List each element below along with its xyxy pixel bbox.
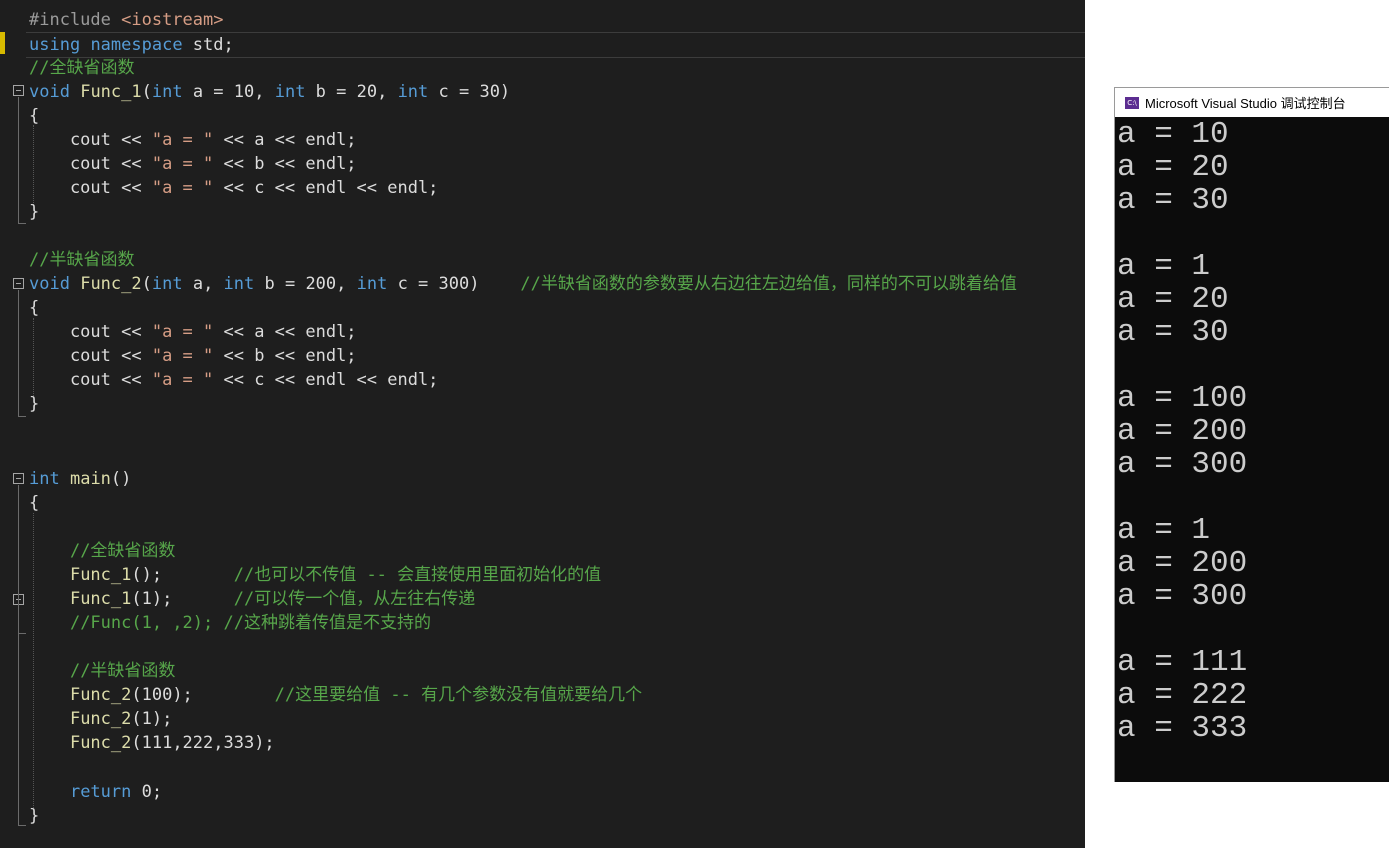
code-line[interactable]: cout << "a = " << b << endl; xyxy=(29,152,357,176)
console-output-line: a = 20 xyxy=(1117,150,1229,185)
code-line[interactable]: //全缺省函数 xyxy=(29,56,134,80)
console-output-line: a = 1 xyxy=(1117,513,1211,548)
console-output-line: a = 30 xyxy=(1117,183,1229,218)
collapse-icon[interactable] xyxy=(13,85,24,96)
code-line[interactable]: return 0; xyxy=(29,780,162,804)
console-output-line: a = 100 xyxy=(1117,381,1248,416)
console-output-line: a = 300 xyxy=(1117,447,1248,482)
code-line[interactable]: cout << "a = " << b << endl; xyxy=(29,344,357,368)
code-line[interactable]: { xyxy=(29,491,39,515)
code-line[interactable]: { xyxy=(29,296,39,320)
code-line[interactable]: //半缺省函数 xyxy=(29,659,175,683)
collapse-icon[interactable] xyxy=(13,278,24,289)
code-line[interactable]: } xyxy=(29,392,39,416)
fold-line xyxy=(18,485,19,825)
code-line[interactable]: using namespace std; xyxy=(26,32,1085,58)
code-line[interactable]: cout << "a = " << c << endl << endl; xyxy=(29,176,438,200)
code-line[interactable]: Func_2(111,222,333); xyxy=(29,731,275,755)
code-line[interactable]: #include <iostream> xyxy=(29,8,223,32)
console-output-line: a = 111 xyxy=(1117,645,1248,680)
fold-end xyxy=(18,633,26,634)
code-line[interactable]: cout << "a = " << a << endl; xyxy=(29,128,357,152)
console-output-line: a = 200 xyxy=(1117,546,1248,581)
code-line[interactable]: cout << "a = " << c << endl << endl; xyxy=(29,368,438,392)
console-output-line: a = 20 xyxy=(1117,282,1229,317)
console-output-line: a = 30 xyxy=(1117,315,1229,350)
fold-end xyxy=(18,416,26,417)
console-output-line: a = 200 xyxy=(1117,414,1248,449)
code-line[interactable]: //全缺省函数 xyxy=(29,539,175,563)
code-line[interactable]: //半缺省函数 xyxy=(29,248,134,272)
code-line[interactable]: Func_1(1); //可以传一个值，从左往右传递 xyxy=(29,587,475,611)
debug-console-window[interactable]: C:\ Microsoft Visual Studio 调试控制台 a = 10… xyxy=(1114,87,1389,782)
code-line[interactable]: cout << "a = " << a << endl; xyxy=(29,320,357,344)
console-output-line: a = 1 xyxy=(1117,249,1211,284)
changed-line-marker xyxy=(0,32,5,54)
code-line[interactable]: void Func_2(int a, int b = 200, int c = … xyxy=(29,272,1017,296)
code-line[interactable]: { xyxy=(29,104,39,128)
fold-line xyxy=(18,97,19,223)
collapse-icon[interactable] xyxy=(13,473,24,484)
code-line[interactable]: Func_2(100); //这里要给值 -- 有几个参数没有值就要给几个 xyxy=(29,683,642,707)
code-editor[interactable]: #include <iostream> using namespace std; /… xyxy=(0,0,1085,848)
console-titlebar[interactable]: C:\ Microsoft Visual Studio 调试控制台 xyxy=(1115,88,1389,117)
console-output-line: a = 10 xyxy=(1117,117,1229,152)
code-line[interactable]: } xyxy=(29,200,39,224)
fold-line xyxy=(18,290,19,416)
console-output-line: a = 333 xyxy=(1117,711,1248,746)
code-line[interactable]: void Func_1(int a = 10, int b = 20, int … xyxy=(29,80,510,104)
console-output-line: a = 222 xyxy=(1117,678,1248,713)
code-line[interactable]: } xyxy=(29,804,39,828)
fold-end xyxy=(18,223,26,224)
code-line[interactable]: Func_1(); //也可以不传值 -- 会直接使用里面初始化的值 xyxy=(29,563,601,587)
visual-studio-console-icon: C:\ xyxy=(1125,96,1139,109)
console-output-line: a = 300 xyxy=(1117,579,1248,614)
code-line[interactable]: //Func(1, ,2); //这种跳着传值是不支持的 xyxy=(29,611,431,635)
console-title: Microsoft Visual Studio 调试控制台 xyxy=(1145,96,1346,111)
code-line[interactable]: int main() xyxy=(29,467,131,491)
code-line[interactable]: Func_2(1); xyxy=(29,707,172,731)
fold-end xyxy=(18,825,26,826)
console-output: a = 10 a = 20 a = 30 a = 1a = 20 a = 30 a = 1… xyxy=(1117,118,1389,782)
